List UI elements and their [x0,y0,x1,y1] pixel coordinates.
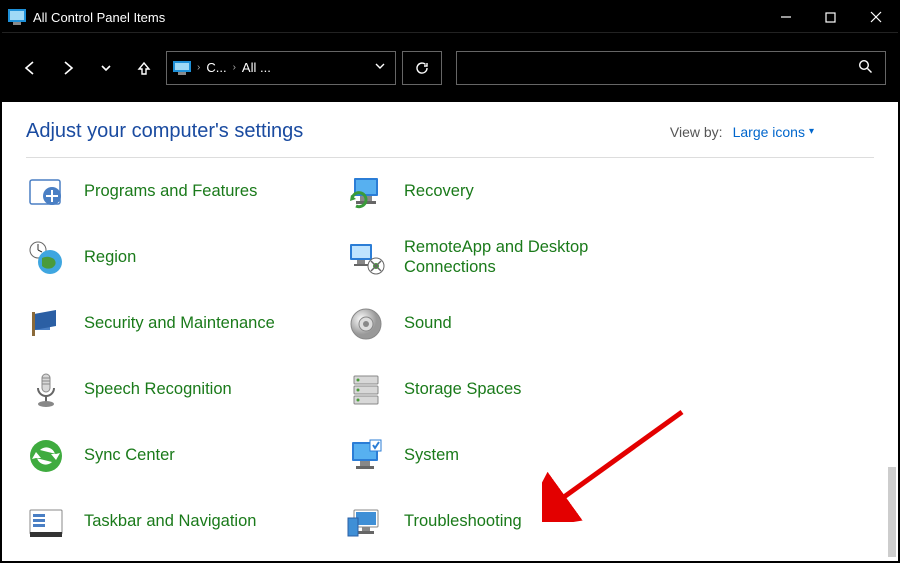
back-button[interactable] [14,52,46,84]
vertical-scrollbar[interactable] [888,467,896,557]
recovery-icon [346,172,386,212]
item-label: Storage Spaces [404,380,521,400]
divider [26,157,874,158]
control-panel-icon [173,61,191,75]
window-title: All Control Panel Items [33,10,763,25]
address-bar[interactable]: › C... › All ... [166,51,396,85]
item-label: Region [84,248,136,268]
item-label: Troubleshooting [404,512,522,532]
item-programs-and-features[interactable]: Programs and Features [26,170,346,214]
item-troubleshooting[interactable]: Troubleshooting [346,500,666,544]
region-icon [26,238,66,278]
microphone-icon [26,370,66,410]
close-button[interactable] [853,2,898,32]
item-remoteapp[interactable]: RemoteApp and Desktop Connections [346,236,666,280]
item-label: Speech Recognition [84,380,232,400]
breadcrumb-segment[interactable]: C... [206,60,226,75]
item-sound[interactable]: Sound [346,302,666,346]
item-label: RemoteApp and Desktop Connections [404,238,666,278]
view-by-label: View by: [670,124,723,140]
minimize-button[interactable] [763,2,808,32]
breadcrumb: › C... › All ... [195,60,367,75]
navigation-bar: › C... › All ... [2,32,898,102]
breadcrumb-segment[interactable]: All ... [242,60,271,75]
up-button[interactable] [128,52,160,84]
sound-icon [346,304,386,344]
view-by-dropdown[interactable]: Large icons ▾ [733,124,814,140]
chevron-down-icon: ▾ [809,126,814,137]
forward-button[interactable] [52,52,84,84]
item-sync-center[interactable]: Sync Center [26,434,346,478]
recent-locations-button[interactable] [90,52,122,84]
title-bar: All Control Panel Items [2,2,898,32]
page-heading: Adjust your computer's settings [26,120,303,143]
item-security-and-maintenance[interactable]: Security and Maintenance [26,302,346,346]
item-system[interactable]: System [346,434,666,478]
control-panel-items: Programs and Features Recovery [26,170,874,544]
chevron-right-icon: › [233,62,236,73]
item-storage-spaces[interactable]: Storage Spaces [346,368,666,412]
address-dropdown-button[interactable] [371,61,389,74]
troubleshooting-icon [346,502,386,542]
item-label: Programs and Features [84,182,257,202]
programs-icon [26,172,66,212]
refresh-button[interactable] [402,51,442,85]
search-box[interactable] [456,51,886,85]
item-speech-recognition[interactable]: Speech Recognition [26,368,346,412]
item-label: Security and Maintenance [84,314,275,334]
chevron-right-icon: › [197,62,200,73]
security-icon [26,304,66,344]
view-by-value: Large icons [733,124,805,140]
search-icon [858,59,873,77]
item-label: Taskbar and Navigation [84,512,256,532]
sync-icon [26,436,66,476]
item-label: Sync Center [84,446,175,466]
item-taskbar-and-navigation[interactable]: Taskbar and Navigation [26,500,346,544]
content-area: Adjust your computer's settings View by:… [2,102,898,561]
remoteapp-icon [346,238,386,278]
control-panel-icon [8,9,26,25]
content-header: Adjust your computer's settings View by:… [26,120,874,143]
system-icon [346,436,386,476]
view-by: View by: Large icons ▾ [670,124,814,140]
item-label: Recovery [404,182,474,202]
taskbar-icon [26,502,66,542]
item-label: System [404,446,459,466]
maximize-button[interactable] [808,2,853,32]
item-recovery[interactable]: Recovery [346,170,666,214]
item-region[interactable]: Region [26,236,346,280]
window-controls [763,2,898,32]
storage-icon [346,370,386,410]
item-label: Sound [404,314,452,334]
